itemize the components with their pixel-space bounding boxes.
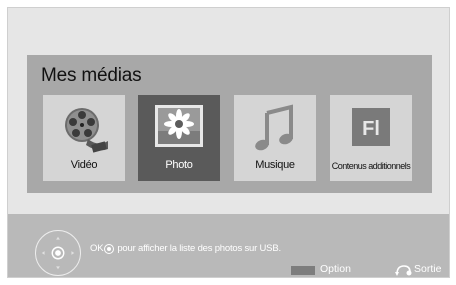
ok-button-icon xyxy=(104,243,115,254)
bottom-bar: OK pour afficher la liste des photos sur… xyxy=(8,214,449,277)
screen: Mes médias Vidéo Photo Musique Fl Conten… xyxy=(7,7,450,278)
tile-label: Photo xyxy=(165,159,193,171)
media-panel: Mes médias Vidéo Photo Musique Fl Conten… xyxy=(27,55,432,193)
panel-title: Mes médias xyxy=(41,65,142,86)
back-return-icon[interactable] xyxy=(394,264,412,276)
option-label[interactable]: Option xyxy=(320,263,351,275)
svg-text:Fl: Fl xyxy=(362,118,380,140)
exit-label[interactable]: Sortie xyxy=(414,263,441,275)
tile-label: Vidéo xyxy=(70,159,98,171)
music-note-icon xyxy=(255,104,293,151)
tile-label: Contenus additionnels xyxy=(331,161,411,171)
tile-photo[interactable]: Photo xyxy=(138,95,220,181)
flash-content-icon: Fl xyxy=(352,108,390,146)
option-color-key-icon[interactable] xyxy=(291,266,315,275)
ok-label: OK xyxy=(90,243,104,254)
tile-video[interactable]: Vidéo xyxy=(43,95,125,181)
film-reel-icon xyxy=(65,108,108,153)
tile-music[interactable]: Musique xyxy=(234,95,316,181)
ok-hint: OK pour afficher la liste des photos sur… xyxy=(90,243,281,254)
hint-text: pour afficher la liste des photos sur US… xyxy=(117,243,281,254)
dpad-icon xyxy=(35,230,81,276)
tile-additional-content[interactable]: Fl Contenus additionnels xyxy=(330,95,412,181)
tile-label: Musique xyxy=(255,159,295,171)
photo-flower-icon xyxy=(155,105,203,147)
